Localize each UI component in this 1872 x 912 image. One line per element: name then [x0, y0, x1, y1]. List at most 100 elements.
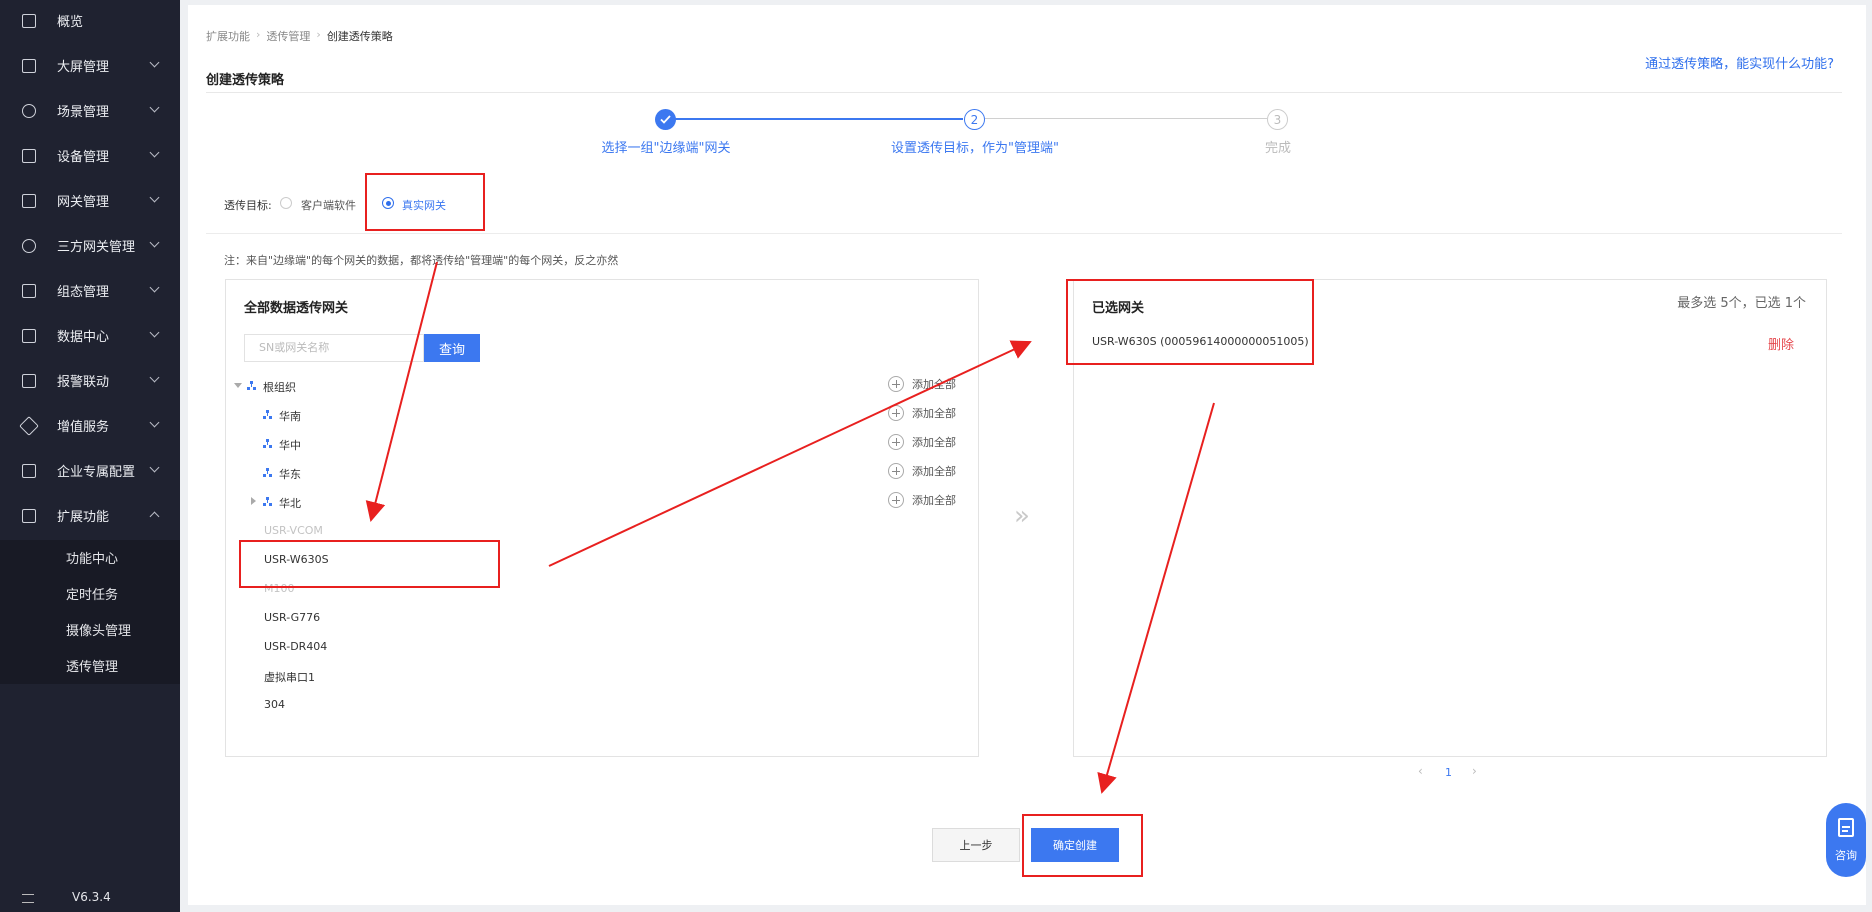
pager-page[interactable]: 1	[1445, 766, 1452, 779]
submenu-item-camera[interactable]: 摄像头管理	[66, 620, 131, 639]
chevron-down-icon	[149, 462, 160, 473]
transfer-arrow-icon[interactable]: »	[1014, 501, 1030, 531]
add-all-button[interactable]: 添加全部	[888, 434, 956, 450]
add-all-label: 添加全部	[912, 378, 956, 391]
nav-label: 大屏管理	[57, 60, 110, 75]
add-all-button[interactable]: 添加全部	[888, 492, 956, 508]
chevron-down-icon	[149, 237, 160, 248]
tree-node-south[interactable]: 华南 添加全部	[226, 403, 978, 427]
collapse-menu-icon[interactable]	[22, 894, 34, 903]
chevron-down-icon	[149, 192, 160, 203]
step-3-label: 完成	[1264, 141, 1292, 156]
panel-title: 已选网关	[1092, 301, 1145, 316]
pager-prev-icon[interactable]: ‹	[1418, 764, 1423, 778]
chevron-up-icon	[149, 511, 160, 522]
tree-node-label: 华南	[279, 410, 301, 423]
screen-icon	[22, 58, 36, 73]
configuration-icon	[22, 283, 36, 298]
nav-item-screen[interactable]: 大屏管理	[0, 43, 180, 88]
gateway-item[interactable]: 304	[226, 693, 978, 717]
help-link[interactable]: 通过透传策略，能实现什么功能?	[1645, 53, 1834, 72]
tree-node-central[interactable]: 华中 添加全部	[226, 432, 978, 456]
page-title: 创建透传策略	[206, 73, 285, 88]
nav-label: 扩展功能	[57, 510, 110, 525]
tree-node-root[interactable]: 根组织 添加全部	[226, 374, 978, 398]
query-button[interactable]: 查询	[424, 334, 480, 362]
nav-item-value-added[interactable]: 增值服务	[0, 403, 180, 448]
confirm-create-button[interactable]: 确定创建	[1031, 828, 1119, 862]
organization-icon	[263, 439, 273, 449]
caret-down-icon[interactable]	[234, 383, 242, 388]
submenu-item-scheduled-tasks[interactable]: 定时任务	[66, 584, 118, 603]
consult-button[interactable]: 咨询	[1826, 803, 1866, 877]
overview-icon	[22, 13, 36, 28]
gateway-item[interactable]: USR-G776	[226, 606, 978, 630]
extension-icon	[22, 508, 36, 523]
device-icon	[22, 148, 36, 163]
add-all-label: 添加全部	[912, 465, 956, 478]
radio-label-client-software[interactable]: 客户端软件	[301, 197, 356, 213]
nav-item-data-center[interactable]: 数据中心	[0, 313, 180, 358]
add-all-button[interactable]: 添加全部	[888, 376, 956, 392]
plus-circle-icon	[888, 376, 904, 392]
breadcrumb-item[interactable]: 透传管理	[266, 28, 310, 44]
gateway-name: USR-VCOM	[264, 524, 323, 537]
chevron-down-icon	[149, 327, 160, 338]
nav-item-alarm[interactable]: 报警联动	[0, 358, 180, 403]
scene-icon	[22, 103, 36, 118]
nav-item-overview[interactable]: 概览	[0, 0, 180, 43]
gateway-item[interactable]: USR-DR404	[226, 635, 978, 659]
tree-node-label: 根组织	[263, 381, 296, 394]
tree-node-north[interactable]: 华北 添加全部	[226, 490, 978, 514]
plus-circle-icon	[888, 405, 904, 421]
enterprise-icon	[22, 463, 36, 478]
nav-item-device[interactable]: 设备管理	[0, 133, 180, 178]
caret-right-icon[interactable]	[251, 497, 256, 505]
nav-item-scene[interactable]: 场景管理	[0, 88, 180, 133]
gateway-item[interactable]: USR-W630S	[226, 548, 978, 572]
breadcrumb-item[interactable]: 扩展功能	[206, 28, 250, 44]
gateway-name: USR-G776	[264, 611, 321, 624]
step-3-dot: 3	[1267, 109, 1288, 130]
search-input[interactable]: SN或网关名称	[244, 334, 424, 362]
delete-button[interactable]: 删除	[1768, 334, 1794, 353]
nav-item-third-party-gateway[interactable]: 三方网关管理	[0, 223, 180, 268]
note-text: 注：来自"边缘端"的每个网关的数据，都将透传给"管理端"的每个网关，反之亦然	[224, 254, 619, 267]
pager-next-icon[interactable]: ›	[1472, 764, 1477, 778]
nav-label: 企业专属配置	[57, 465, 136, 480]
add-all-button[interactable]: 添加全部	[888, 405, 956, 421]
gateway-icon	[22, 193, 36, 208]
nav-item-extension[interactable]: 扩展功能	[0, 493, 180, 538]
gateway-item[interactable]: 虚拟串口1	[226, 664, 978, 688]
plus-circle-icon	[888, 492, 904, 508]
main-panel: 扩展功能 › 透传管理 › 创建透传策略 创建透传策略 通过透传策略，能实现什么…	[188, 5, 1866, 905]
gateway-name: USR-DR404	[264, 640, 328, 653]
step-1-check-icon	[655, 109, 676, 130]
breadcrumb-separator-icon: ›	[256, 28, 261, 41]
nav-item-enterprise[interactable]: 企业专属配置	[0, 448, 180, 493]
data-center-icon	[22, 328, 36, 343]
chevron-down-icon	[149, 102, 160, 113]
nav-item-gateway[interactable]: 网关管理	[0, 178, 180, 223]
submenu-item-passthrough[interactable]: 透传管理	[66, 656, 118, 675]
chevron-down-icon	[149, 147, 160, 158]
nav-item-configuration[interactable]: 组态管理	[0, 268, 180, 313]
tree-node-label: 华东	[279, 468, 301, 481]
sidebar: 概览 大屏管理 场景管理 设备管理 网关管理 三方网关管理 组态管理 数据中心 …	[0, 0, 180, 912]
add-all-button[interactable]: 添加全部	[888, 463, 956, 479]
nav-label: 概览	[57, 15, 84, 30]
radio-label-real-gateway[interactable]: 真实网关	[402, 197, 446, 213]
nav-label: 增值服务	[57, 420, 110, 435]
radio-client-software[interactable]	[280, 197, 292, 209]
divider	[206, 233, 1842, 234]
prev-step-button[interactable]: 上一步	[932, 828, 1020, 862]
gateway-item: USR-VCOM	[226, 519, 978, 543]
submenu-item-function-center[interactable]: 功能中心	[66, 548, 118, 567]
nav-label: 报警联动	[57, 375, 110, 390]
plus-circle-icon	[888, 463, 904, 479]
breadcrumb-separator-icon: ›	[316, 28, 321, 41]
nav-label: 设备管理	[57, 150, 110, 165]
radio-real-gateway[interactable]	[382, 197, 394, 209]
tree-node-east[interactable]: 华东 添加全部	[226, 461, 978, 485]
plus-circle-icon	[888, 434, 904, 450]
